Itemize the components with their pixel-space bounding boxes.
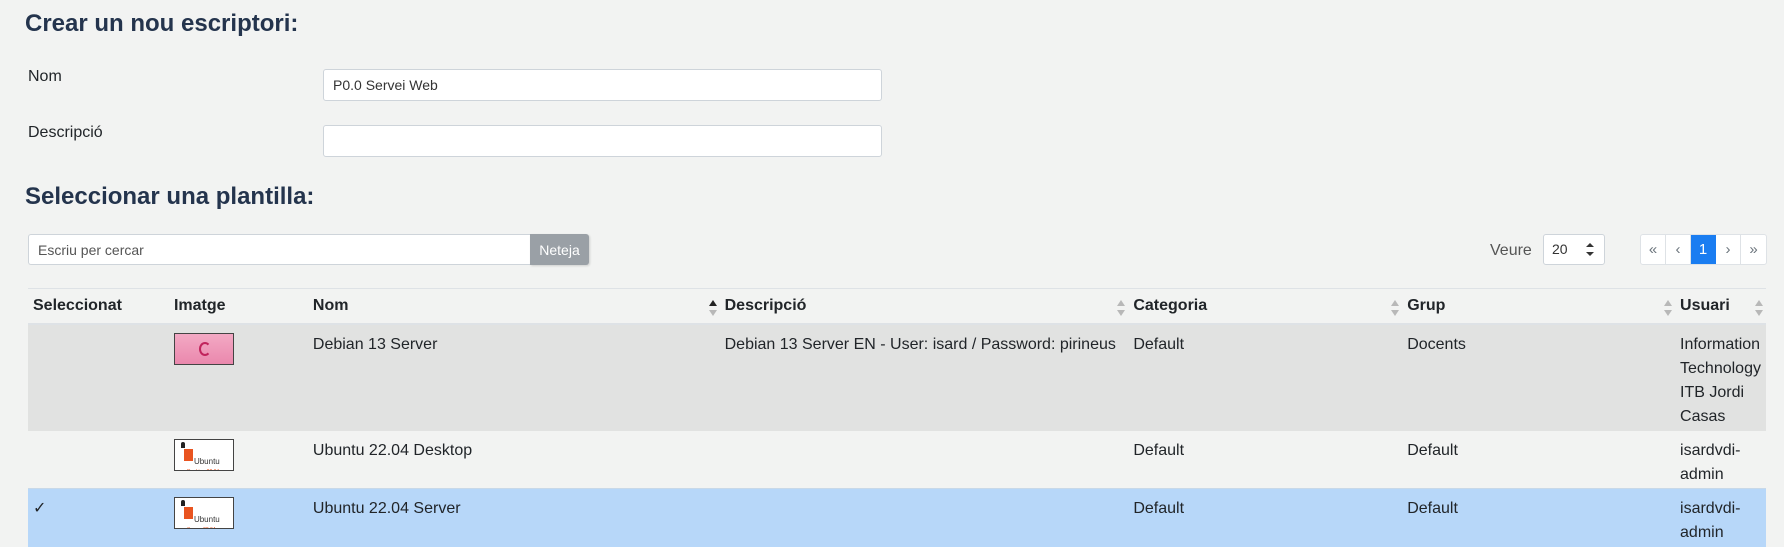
sort-icon (1117, 300, 1126, 316)
cell-selected-checkmark[interactable]: ✓ (28, 488, 169, 547)
column-header-group[interactable]: Grup (1402, 288, 1676, 325)
cell-category: Default (1128, 488, 1403, 547)
new-desktop-page: Crear un nou escriptori: Nom Descripció … (0, 0, 1784, 547)
select-template-title: Seleccionar una plantilla: (25, 183, 315, 210)
page-size-value: 20 (1552, 241, 1568, 257)
cell-group: Default (1402, 488, 1676, 547)
cell-category: Default (1128, 430, 1403, 489)
cell-image: Ubuntu Server 22.04 (168, 488, 308, 547)
cell-category: Default (1128, 323, 1403, 431)
name-input[interactable] (323, 69, 882, 101)
select-caret-icon (1586, 243, 1594, 256)
cell-name: Ubuntu 22.04 Server (307, 488, 720, 547)
sort-icon (1664, 300, 1673, 316)
sort-icon (1755, 300, 1764, 316)
current-page-button[interactable]: 1 (1691, 235, 1716, 264)
sort-ascending-icon (708, 300, 718, 316)
clear-search-button[interactable]: Neteja (530, 234, 589, 265)
table-row[interactable]: Debian 13 Server Debian 13 Server EN - U… (28, 323, 1766, 431)
column-header-selected[interactable]: Seleccionat (28, 288, 169, 325)
next-page-button[interactable]: › (1716, 235, 1741, 264)
create-desktop-title: Crear un nou escriptori: (25, 10, 299, 37)
cell-image (168, 323, 308, 431)
ubuntu-server-thumbnail-icon: Ubuntu Server 22.04 (173, 497, 234, 529)
column-header-category[interactable]: Categoria (1128, 288, 1403, 325)
ubuntu-desktop-thumbnail-icon: Ubuntu Desktop 22.04 (173, 438, 234, 471)
table-row-selected[interactable]: ✓ Ubuntu Server 22.04 Ubuntu 22.04 Serve… (28, 488, 1766, 547)
cell-image: Ubuntu Desktop 22.04 (168, 430, 308, 489)
description-form-row: Descripció (28, 124, 888, 157)
column-header-image: Imatge (168, 288, 308, 325)
cell-name: Ubuntu 22.04 Desktop (307, 430, 720, 489)
column-header-name[interactable]: Nom (307, 288, 720, 325)
debian-thumbnail-icon (173, 332, 234, 365)
column-header-user[interactable]: Usuari (1675, 288, 1766, 325)
pagination: « ‹ 1 › » (1640, 234, 1767, 265)
table-row[interactable]: Ubuntu Desktop 22.04 Ubuntu 22.04 Deskto… (28, 430, 1766, 489)
cell-user: isardvdi-admin (1675, 488, 1766, 547)
page-size-select[interactable]: 20 (1543, 234, 1605, 265)
template-search-input[interactable] (28, 234, 530, 265)
name-form-row: Nom (28, 68, 888, 101)
cell-group: Default (1402, 430, 1676, 489)
description-input[interactable] (323, 125, 882, 157)
cell-user: Information Technology ITB Jordi Casas (1675, 323, 1766, 431)
cell-description: Debian 13 Server EN - User: isard / Pass… (719, 323, 1129, 431)
name-label: Nom (28, 68, 62, 85)
cell-description (719, 488, 1129, 547)
templates-table: Seleccionat Imatge Nom Descripció Catego… (28, 288, 1766, 547)
sort-icon (1391, 300, 1400, 316)
cell-user: isardvdi-admin (1675, 430, 1766, 489)
cell-group: Docents (1402, 323, 1676, 431)
last-page-button[interactable]: » (1741, 235, 1766, 264)
cell-selected[interactable] (28, 323, 169, 431)
cell-name: Debian 13 Server (307, 323, 720, 431)
first-page-button[interactable]: « (1641, 235, 1666, 264)
description-label: Descripció (28, 124, 103, 141)
previous-page-button[interactable]: ‹ (1666, 235, 1691, 264)
cell-selected[interactable] (28, 430, 169, 489)
template-search-group: Neteja (28, 234, 589, 265)
column-header-description[interactable]: Descripció (719, 288, 1129, 325)
table-header-row: Seleccionat Imatge Nom Descripció Catego… (28, 288, 1766, 325)
page-size-label: Veure (1490, 242, 1532, 259)
cell-description (719, 430, 1129, 489)
